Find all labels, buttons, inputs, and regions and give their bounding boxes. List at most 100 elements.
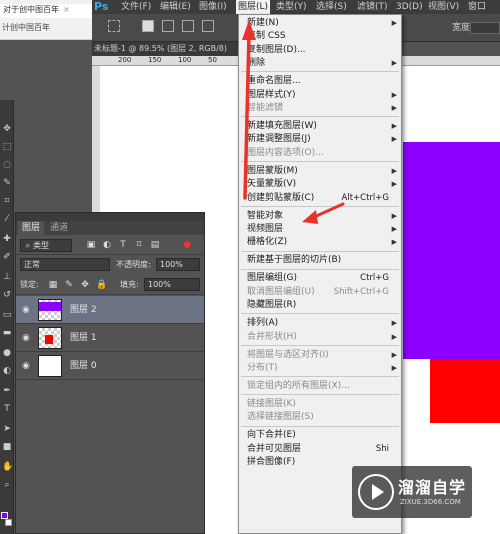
- pixel-filter-icon[interactable]: ▣: [86, 240, 96, 250]
- menu-item-label: 新建基于图层的切片(B): [247, 255, 342, 266]
- move-icon[interactable]: ✥: [2, 124, 12, 134]
- layer-name[interactable]: 图层 0: [70, 352, 97, 380]
- eye-icon[interactable]: ◉: [22, 361, 32, 371]
- play-logo-icon: [358, 474, 394, 510]
- shape-filter-icon[interactable]: ⌑: [134, 240, 144, 250]
- quick-select-icon[interactable]: ✎: [2, 178, 12, 188]
- tab-layers[interactable]: 图层: [18, 221, 45, 235]
- menu-item[interactable]: 图层蒙版(M) ▶: [239, 164, 401, 178]
- marquee-icon[interactable]: ⬚: [2, 142, 12, 152]
- shape-icon[interactable]: ■: [2, 442, 12, 452]
- menu-edit[interactable]: 编辑(E): [160, 0, 191, 14]
- menu-item-label: 链接图层(K): [247, 399, 296, 409]
- menu-type[interactable]: 类型(Y): [276, 0, 307, 14]
- submenu-arrow-icon: ▶: [391, 166, 397, 175]
- panel-header-bar[interactable]: [16, 213, 204, 221]
- menu-item[interactable]: 合并可见图层 Shi: [239, 442, 401, 456]
- layer-name[interactable]: 图层 1: [70, 324, 97, 352]
- background-color-swatch[interactable]: [5, 519, 12, 526]
- crop-icon[interactable]: ⌗: [2, 196, 12, 206]
- submenu-arrow-icon: ▶: [391, 19, 397, 27]
- lock-all-icon[interactable]: 🔒: [96, 280, 107, 290]
- menu-item[interactable]: 删除 ▶: [239, 56, 401, 70]
- menu-item-label: 图层蒙版(M): [247, 165, 298, 176]
- lasso-icon[interactable]: ◌: [2, 160, 12, 170]
- eyedropper-icon[interactable]: ⁄: [2, 214, 12, 224]
- tab-channels[interactable]: 通道: [46, 221, 72, 235]
- purple-layer-shape[interactable]: [403, 142, 500, 359]
- add-selection-icon[interactable]: [162, 20, 174, 32]
- zoom-icon[interactable]: ⌕: [2, 480, 12, 490]
- intersect-selection-icon[interactable]: [202, 20, 214, 32]
- menu-item: 链接图层(K): [239, 397, 401, 411]
- menu-item[interactable]: 矢量蒙版(V) ▶: [239, 177, 401, 191]
- menu-item[interactable]: 新建填充图层(W) ▶: [239, 119, 401, 133]
- menu-item[interactable]: 智能对象 ▶: [239, 209, 401, 223]
- menu-item[interactable]: 创建剪贴蒙版(C) Alt+Ctrl+G: [239, 191, 401, 205]
- photoshop-window: 对于创中图百年 × 计创中国百年 Ps 文件(F) 编辑(E) 图像(I) 图层(…: [0, 0, 500, 534]
- menu-file[interactable]: 文件(F): [121, 0, 151, 14]
- lock-pixels-icon[interactable]: ✎: [64, 280, 74, 290]
- blend-mode-select[interactable]: 正常: [20, 258, 110, 271]
- history-brush-icon[interactable]: ↺: [2, 290, 12, 300]
- menu-item[interactable]: 重命名图层...: [239, 74, 401, 88]
- layer-name[interactable]: 图层 2: [70, 296, 97, 324]
- path-select-icon[interactable]: ➤: [2, 424, 12, 434]
- menu-image[interactable]: 图像(I): [199, 0, 227, 14]
- menu-view[interactable]: 视图(V): [428, 0, 459, 14]
- menu-3d[interactable]: 3D(D): [396, 0, 423, 14]
- subtract-selection-icon[interactable]: [182, 20, 194, 32]
- type-icon[interactable]: T: [2, 404, 12, 414]
- menu-item[interactable]: 隐藏图层(R): [239, 298, 401, 312]
- menu-item[interactable]: 视频图层 ▶: [239, 222, 401, 236]
- eye-icon[interactable]: ◉: [22, 333, 32, 343]
- eye-icon[interactable]: ◉: [22, 305, 32, 315]
- eraser-icon[interactable]: ▭: [2, 310, 12, 320]
- filter-toggle-icon[interactable]: ●: [182, 240, 192, 250]
- menu-item-label: 取消图层编组(U): [247, 286, 315, 297]
- opacity-field[interactable]: 100%: [156, 258, 200, 271]
- layer-row[interactable]: ◉ 图层 0: [16, 352, 204, 380]
- menu-item[interactable]: 栅格化(Z) ▶: [239, 235, 401, 249]
- gradient-icon[interactable]: ▬: [2, 328, 12, 338]
- menu-item[interactable]: 图层编组(G) Ctrl+G: [239, 271, 401, 285]
- menu-item[interactable]: 复制 CSS: [239, 29, 401, 43]
- fill-field[interactable]: 100%: [144, 278, 200, 291]
- healing-icon[interactable]: ✚: [2, 234, 12, 244]
- menu-window[interactable]: 窗口: [468, 0, 486, 14]
- hand-icon[interactable]: ✋: [2, 462, 13, 472]
- clone-stamp-icon[interactable]: ⊥: [2, 272, 12, 282]
- width-field[interactable]: [470, 22, 500, 34]
- type-filter-icon[interactable]: T: [118, 240, 128, 250]
- menu-item-label: 隐藏图层(R): [247, 300, 297, 311]
- layer-thumbnail: [38, 355, 62, 377]
- menu-item[interactable]: 新建调整图层(J) ▶: [239, 132, 401, 146]
- new-selection-icon[interactable]: [142, 20, 154, 32]
- brush-icon[interactable]: ✐: [2, 252, 12, 262]
- adjustment-filter-icon[interactable]: ◐: [102, 240, 112, 250]
- marquee-icon[interactable]: [108, 20, 120, 32]
- menu-item[interactable]: 图层样式(Y) ▶: [239, 88, 401, 102]
- menu-filter[interactable]: 滤镜(T): [357, 0, 388, 14]
- menu-item[interactable]: 新建(N) ▶: [239, 16, 401, 30]
- browser-tab[interactable]: 对于创中图百年 ×: [0, 4, 92, 18]
- blur-icon[interactable]: ●: [2, 348, 12, 358]
- lock-transparent-icon[interactable]: ▦: [48, 280, 58, 290]
- menu-select[interactable]: 选择(S): [316, 0, 347, 14]
- menu-layer[interactable]: 图层(L): [236, 0, 271, 14]
- menu-item[interactable]: 复制图层(D)...: [239, 43, 401, 57]
- layer-row[interactable]: ◉ 图层 2: [16, 296, 204, 324]
- foreground-color-swatch[interactable]: [1, 512, 8, 519]
- dodge-icon[interactable]: ◐: [2, 366, 12, 376]
- menu-item[interactable]: 排列(A) ▶: [239, 316, 401, 330]
- menu-item[interactable]: 向下合并(E): [239, 428, 401, 442]
- layer-row[interactable]: ◉ 图层 1: [16, 324, 204, 352]
- menu-item[interactable]: 新建基于图层的切片(B): [239, 253, 401, 267]
- close-icon[interactable]: ×: [63, 5, 70, 14]
- browser-bookmark[interactable]: 计创中国百年: [0, 22, 92, 36]
- document-tab[interactable]: 未标题-1 @ 89.5% (图层 2, RGB/8): [92, 42, 242, 56]
- smart-object-filter-icon[interactable]: ▤: [150, 240, 160, 250]
- lock-position-icon[interactable]: ✥: [80, 280, 90, 290]
- red-layer-shape[interactable]: [430, 359, 500, 423]
- pen-icon[interactable]: ✒: [2, 386, 12, 396]
